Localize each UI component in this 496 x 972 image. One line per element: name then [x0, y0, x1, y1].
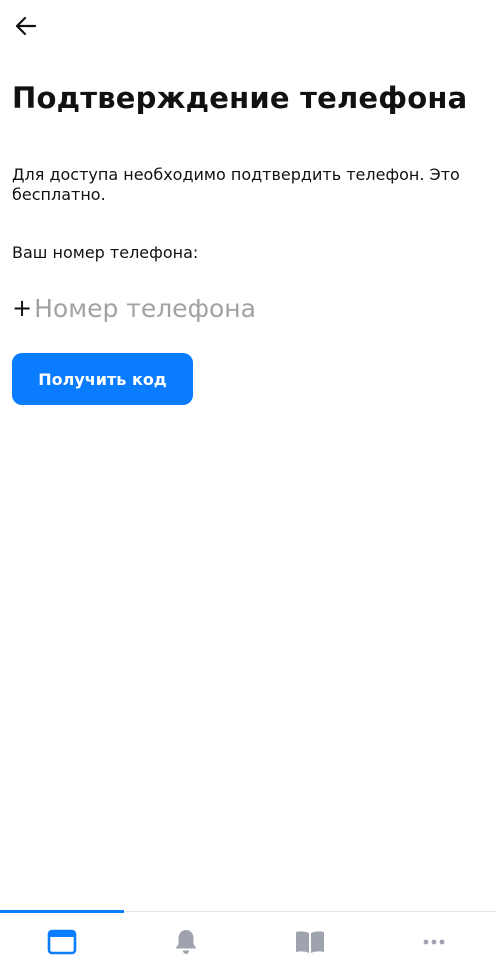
description-text: Для доступа необходимо подтвердить телеф… [12, 165, 460, 204]
phone-prefix: + [12, 294, 33, 322]
window-icon [47, 929, 77, 955]
phone-input-row: + [12, 291, 435, 325]
book-icon [296, 931, 324, 953]
arrow-left-icon [15, 16, 37, 36]
back-button[interactable] [10, 10, 42, 42]
tab-notifications[interactable] [124, 912, 248, 972]
page-title: Подтверждение телефона [12, 81, 468, 115]
phone-label: Ваш номер телефона: [12, 243, 199, 262]
get-code-button[interactable]: Получить код [12, 353, 193, 405]
bell-icon [175, 930, 197, 954]
tab-more[interactable] [372, 912, 496, 972]
phone-input[interactable] [34, 291, 435, 325]
tab-home[interactable] [0, 912, 124, 972]
tab-library[interactable] [248, 912, 372, 972]
active-tab-indicator [0, 910, 124, 913]
more-icon [423, 939, 445, 945]
bottom-tab-bar [0, 910, 496, 972]
